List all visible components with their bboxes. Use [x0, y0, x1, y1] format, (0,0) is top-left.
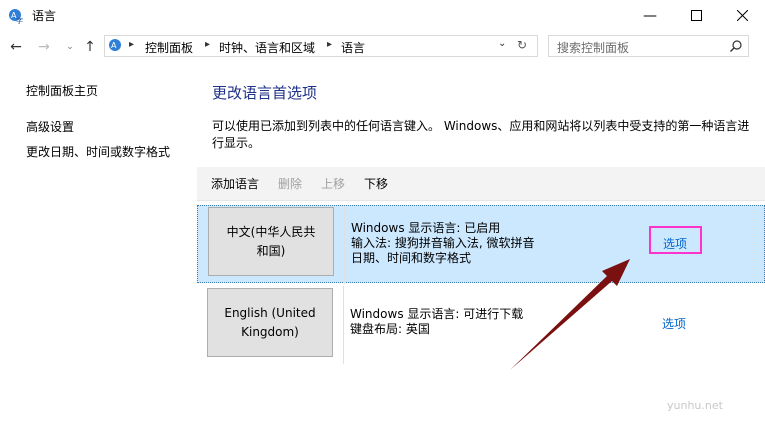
search-box[interactable]: 搜索控制面板: [548, 35, 749, 57]
close-icon: [736, 10, 748, 21]
svg-text:A: A: [111, 41, 117, 50]
maximize-button[interactable]: [673, 0, 719, 31]
window-title: 语言: [32, 9, 57, 23]
search-icon[interactable]: [730, 40, 742, 52]
language-row-english[interactable]: English (United Kingdom) Windows 显示语言: 可…: [197, 286, 765, 364]
maximize-icon: [690, 10, 702, 21]
svg-text:字: 字: [16, 16, 23, 24]
language-info-keyboard: 键盘布局: 英国: [350, 322, 430, 336]
forward-arrow-icon[interactable]: →: [36, 39, 52, 55]
language-name-line2: Kingdom): [241, 324, 299, 339]
recent-locations-chevron-icon[interactable]: ⌄: [62, 39, 78, 55]
breadcrumb-separator-icon[interactable]: ▸: [327, 39, 332, 50]
language-info-input-method: 输入法: 搜狗拼音输入法, 微软拼音: [351, 236, 535, 250]
sidebar-item-change-date-time-format[interactable]: 更改日期、时间或数字格式: [26, 143, 170, 160]
minimize-icon: —: [643, 7, 657, 24]
language-name-line1: English (United: [224, 305, 316, 320]
address-bar[interactable]: A ▸ 控制面板 ▸ 时钟、语言和区域 ▸ 语言 ⌄ ↻: [104, 35, 538, 57]
language-toolbar: 添加语言 删除 上移 下移: [197, 167, 765, 201]
breadcrumb-separator-icon[interactable]: ▸: [205, 39, 210, 50]
close-button[interactable]: [719, 0, 765, 31]
sidebar-item-advanced-settings[interactable]: 高级设置: [26, 118, 74, 135]
move-up-button[interactable]: 上移: [321, 175, 345, 192]
page-description: 可以使用已添加到列表中的任何语言键入。 Windows、应用和网站将以列表中受支…: [212, 119, 750, 150]
refresh-icon[interactable]: ↻: [517, 38, 527, 52]
back-arrow-icon[interactable]: ←: [8, 39, 24, 55]
control-panel-icon: A: [109, 39, 121, 51]
breadcrumb-clock-language-region[interactable]: 时钟、语言和区域: [219, 39, 315, 56]
language-info-display: Windows 显示语言: 已启用: [351, 221, 501, 235]
remove-button[interactable]: 删除: [278, 175, 302, 192]
sidebar-item-control-panel-home[interactable]: 控制面板主页: [26, 82, 98, 99]
watermark: yunhu.net: [667, 399, 723, 412]
up-arrow-icon[interactable]: ↑: [82, 39, 98, 55]
language-button-chinese[interactable]: 中文(中华人民共 和国): [208, 207, 334, 276]
language-name-line2: 和国): [256, 243, 286, 258]
add-language-button[interactable]: 添加语言: [211, 175, 259, 192]
options-highlight-box: [649, 226, 702, 254]
options-link-english[interactable]: 选项: [662, 315, 686, 332]
language-name-line1: 中文(中华人民共: [226, 224, 316, 239]
language-app-icon: A 字: [9, 9, 23, 24]
minimize-button[interactable]: —: [627, 0, 673, 31]
row-divider: [343, 286, 344, 364]
title-bar: A 字 语言 —: [0, 0, 765, 31]
breadcrumb-control-panel[interactable]: 控制面板: [145, 39, 193, 56]
search-input[interactable]: 搜索控制面板: [557, 39, 629, 56]
row-divider: [344, 206, 345, 284]
page-title: 更改语言首选项: [212, 84, 318, 102]
address-dropdown-icon[interactable]: ⌄: [498, 38, 506, 49]
breadcrumb-separator-icon[interactable]: ▸: [129, 39, 134, 50]
language-button-english[interactable]: English (United Kingdom): [207, 288, 333, 357]
move-down-button[interactable]: 下移: [364, 175, 388, 192]
language-info-format: 日期、时间和数字格式: [351, 251, 472, 265]
breadcrumb-language[interactable]: 语言: [341, 39, 365, 56]
language-info-display: Windows 显示语言: 可进行下载: [350, 307, 524, 321]
